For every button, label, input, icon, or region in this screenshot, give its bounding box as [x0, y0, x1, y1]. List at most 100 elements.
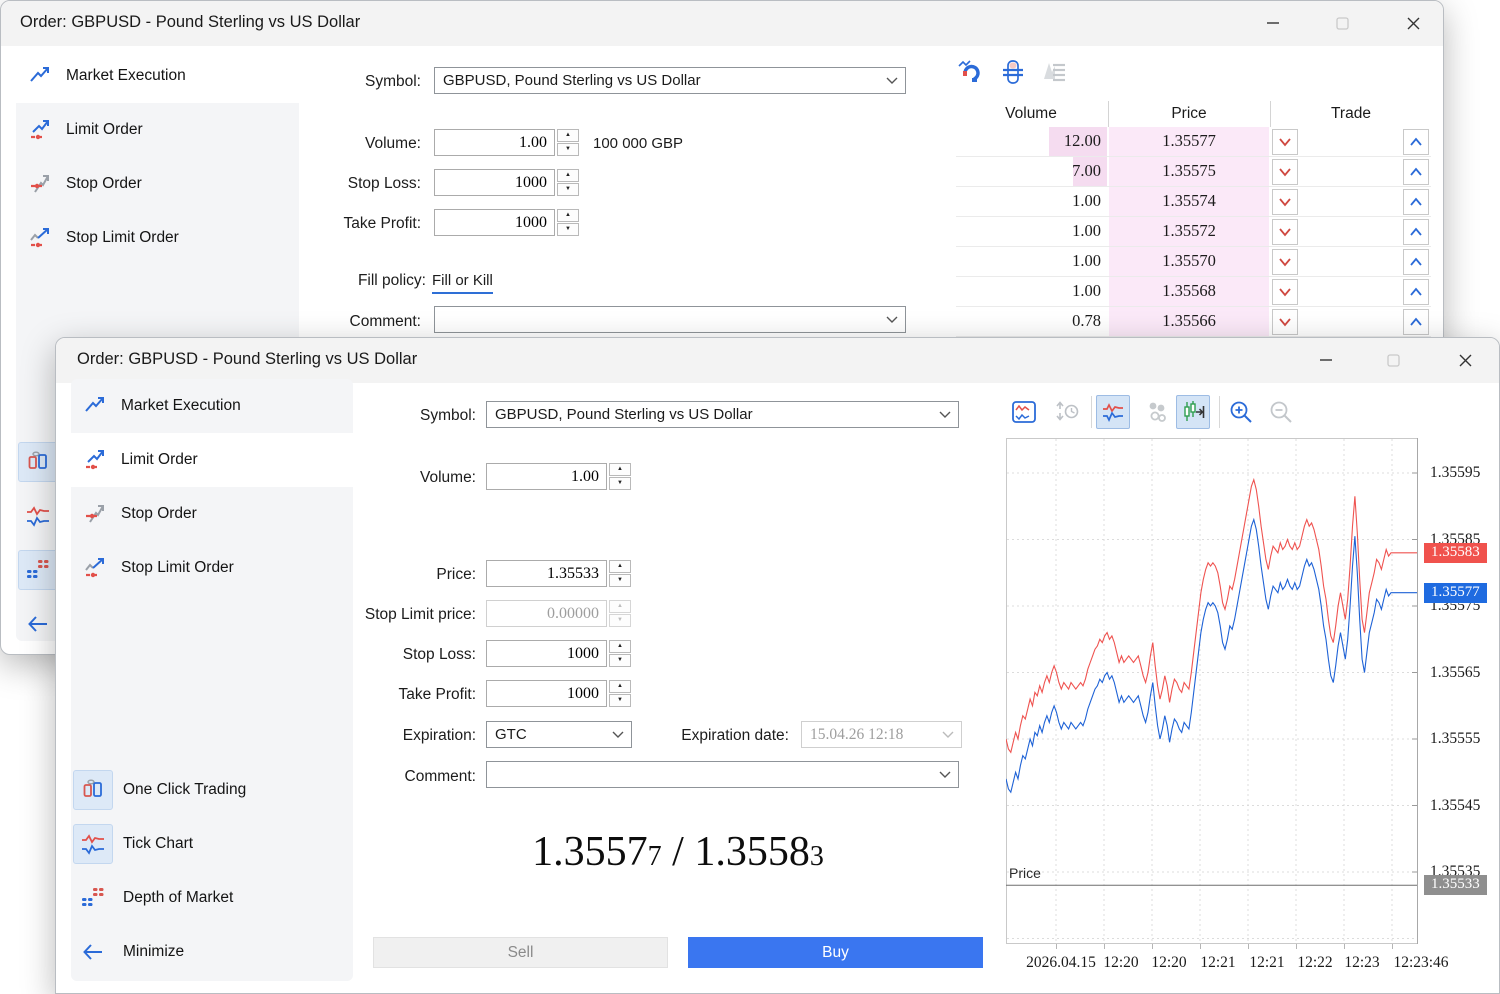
spread-button[interactable]: [1000, 59, 1026, 90]
dom-sell-button[interactable]: [1272, 189, 1298, 215]
dom-buy-button[interactable]: [1403, 249, 1429, 275]
step-down-button[interactable]: ▼: [609, 694, 631, 707]
volume-input[interactable]: [486, 463, 607, 490]
dom-sell-button[interactable]: [1272, 129, 1298, 155]
zoom-in-button[interactable]: [1228, 399, 1254, 425]
chevron-down-icon: [942, 730, 954, 739]
sidebar-item-tick-chart[interactable]: Tick Chart: [71, 817, 353, 871]
sidebar-item-limit-order[interactable]: Limit Order: [16, 103, 299, 157]
step-down-button[interactable]: ▼: [609, 574, 631, 587]
sell-button[interactable]: Sell: [373, 937, 668, 968]
chevron-down-icon: [1276, 133, 1294, 151]
sidebar-item-depth-of-market[interactable]: Depth of Market: [71, 871, 353, 925]
step-down-button[interactable]: ▼: [609, 477, 631, 490]
sidebar-item-stop-limit-order[interactable]: Stop Limit Order: [16, 211, 299, 265]
step-down-button[interactable]: ▼: [557, 183, 579, 196]
dom-sell-button[interactable]: [1272, 159, 1298, 185]
candles-forward-button[interactable]: [1176, 395, 1210, 429]
tick-chart-window-button[interactable]: [1011, 399, 1037, 425]
dom-buy-button[interactable]: [1403, 159, 1429, 185]
dom-sell-button[interactable]: [1272, 219, 1298, 245]
sidebar-item-market-execution[interactable]: Market Execution: [16, 49, 299, 103]
close-button[interactable]: [1442, 344, 1488, 376]
arrow-left-icon: [18, 604, 58, 644]
price-stepper[interactable]: ▲▼: [609, 560, 631, 587]
y-axis-label: 1.35555: [1430, 730, 1480, 748]
y-axis-label: 1.35545: [1430, 797, 1480, 815]
dom-buy-button[interactable]: [1403, 129, 1429, 155]
minimize-button[interactable]: [1250, 7, 1296, 39]
take-profit-input[interactable]: [434, 209, 555, 236]
sidebar-item-label: Stop Limit Order: [66, 229, 179, 247]
chevron-down-icon: [1276, 223, 1294, 241]
titlebar[interactable]: Order: GBPUSD - Pound Sterling vs US Dol…: [56, 338, 1499, 383]
sidebar-item-market-execution[interactable]: Market Execution: [71, 379, 353, 433]
volume-stepper[interactable]: ▲▼: [557, 129, 579, 156]
minimize-button[interactable]: [1303, 344, 1349, 376]
dom-price-cell: 1.35568: [1109, 277, 1269, 306]
price-input[interactable]: [486, 560, 607, 587]
dom-buy-button[interactable]: [1403, 219, 1429, 245]
close-icon: [1459, 354, 1472, 367]
tick-lines-icon: [1100, 399, 1126, 425]
chevron-up-icon: [1407, 163, 1425, 181]
fill-policy-select[interactable]: Fill or Kill: [432, 272, 493, 289]
order-window-limit: Order: GBPUSD - Pound Sterling vs US Dol…: [55, 337, 1500, 994]
dom-buy-button[interactable]: [1403, 189, 1429, 215]
price-badge: 1.35577: [1424, 583, 1487, 603]
stop-loss-stepper[interactable]: ▲▼: [557, 169, 579, 196]
orders-list-button[interactable]: [1041, 59, 1067, 90]
sidebar-item-limit-order[interactable]: Limit Order: [71, 433, 353, 487]
stop-loss-input[interactable]: [434, 169, 555, 196]
take-profit-input[interactable]: [486, 680, 607, 707]
step-up-button[interactable]: ▲: [609, 560, 631, 573]
tick-chart-plot[interactable]: [1006, 438, 1418, 944]
step-down-button[interactable]: ▼: [557, 223, 579, 236]
dom-row: 0.781.35566: [956, 307, 1431, 337]
titlebar[interactable]: Order: GBPUSD - Pound Sterling vs US Dol…: [1, 1, 1443, 46]
dom-sell-button[interactable]: [1272, 249, 1298, 275]
step-down-button[interactable]: ▼: [609, 654, 631, 667]
expiration-select[interactable]: GTC: [486, 721, 632, 748]
volume-stepper[interactable]: ▲▼: [609, 463, 631, 490]
stop-loss-stepper[interactable]: ▲▼: [609, 640, 631, 667]
candles-forward-icon: [1180, 399, 1206, 425]
step-up-button[interactable]: ▲: [557, 129, 579, 142]
take-profit-stepper[interactable]: ▲▼: [609, 680, 631, 707]
dom-buy-button[interactable]: [1403, 309, 1429, 335]
tick-lines-button[interactable]: [1096, 395, 1130, 429]
comment-input[interactable]: [486, 761, 959, 788]
tick-dots-button[interactable]: [1143, 399, 1169, 425]
dom-sell-button[interactable]: [1272, 279, 1298, 305]
maximize-button[interactable]: [1370, 344, 1416, 376]
stop-loss-label: Stop Loss:: [281, 175, 421, 193]
step-up-button[interactable]: ▲: [609, 463, 631, 476]
x-axis-tick: [1392, 944, 1393, 949]
take-profit-stepper[interactable]: ▲▼: [557, 209, 579, 236]
dom-price-cell: 1.35572: [1109, 217, 1269, 246]
x-axis-tick: [1296, 944, 1297, 949]
sidebar-item-one-click-trading[interactable]: One Click Trading: [71, 763, 353, 817]
step-up-button[interactable]: ▲: [557, 169, 579, 182]
sidebar-item-stop-order[interactable]: Stop Order: [16, 157, 299, 211]
dom-sell-button[interactable]: [1272, 309, 1298, 335]
sidebar-item-stop-order[interactable]: Stop Order: [71, 487, 353, 541]
symbol-select[interactable]: GBPUSD, Pound Sterling vs US Dollar: [434, 67, 906, 94]
maximize-button[interactable]: [1319, 7, 1365, 39]
sidebar-item-minimize-panel[interactable]: Minimize: [71, 925, 353, 979]
step-down-button[interactable]: ▼: [557, 143, 579, 156]
magnet-button[interactable]: [957, 59, 983, 90]
stop-loss-input[interactable]: [486, 640, 607, 667]
step-up-button[interactable]: ▲: [557, 209, 579, 222]
buy-button[interactable]: Buy: [688, 937, 983, 968]
close-button[interactable]: [1390, 7, 1436, 39]
stop-limit-price-input: [486, 600, 607, 627]
symbol-select[interactable]: GBPUSD, Pound Sterling vs US Dollar: [486, 401, 959, 428]
sidebar-item-stop-limit-order[interactable]: Stop Limit Order: [71, 541, 353, 595]
dom-buy-button[interactable]: [1403, 279, 1429, 305]
volume-input[interactable]: [434, 129, 555, 156]
step-up-button[interactable]: ▲: [609, 640, 631, 653]
comment-input[interactable]: [434, 306, 906, 333]
step-up-button[interactable]: ▲: [609, 680, 631, 693]
chevron-down-icon: [886, 76, 898, 85]
